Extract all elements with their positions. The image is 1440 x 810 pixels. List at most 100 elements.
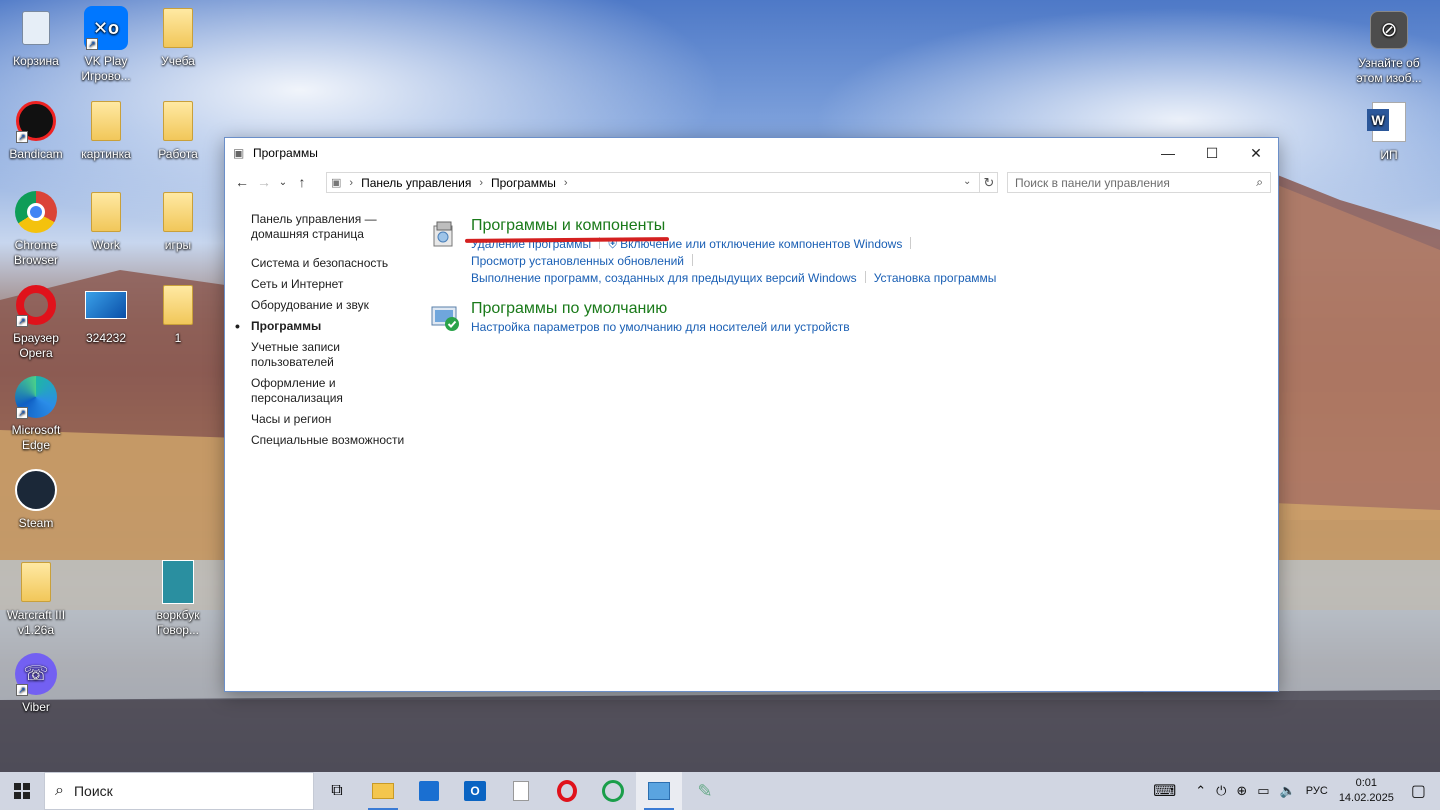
folder-icon [84, 190, 128, 234]
taskbar-file-explorer[interactable] [360, 772, 406, 810]
task-view-button[interactable]: ⧉ [314, 772, 360, 810]
default-programs-link[interactable]: Программы по умолчанию [471, 299, 1251, 319]
main-content: Программы и компоненты Удаление программ… [431, 216, 1251, 348]
maximize-button[interactable]: ☐ [1190, 138, 1234, 168]
desktop-icon-edge[interactable]: ↗ Microsoft Edge [0, 375, 72, 453]
desktop-icon-recycle-bin[interactable]: Корзина [0, 6, 72, 69]
chevron-right-icon[interactable]: › [564, 177, 568, 189]
address-dropdown-chevron-icon[interactable]: ⌄ [963, 176, 971, 187]
desktop-icon-ip[interactable]: W ИП [1353, 100, 1425, 163]
desktop-icon-igry[interactable]: игры [142, 190, 214, 253]
desktop-icon-chrome[interactable]: Chrome Browser [0, 190, 72, 268]
desktop-icon-viber[interactable]: ☏ ↗ Viber [0, 652, 72, 715]
desktop-icon-vk-play[interactable]: ✕o ↗ VK Play Игрово... [70, 6, 142, 84]
desktop-icon-kartinka[interactable]: картинка [70, 99, 142, 162]
compatibility-link[interactable]: Выполнение программ, созданных для преды… [471, 271, 857, 285]
start-button[interactable] [0, 772, 44, 810]
address-bar[interactable]: ▣ › Панель управления › Программы › [326, 172, 998, 193]
language-indicator[interactable]: РУС [1306, 785, 1328, 797]
control-panel-icon: ▣ [331, 177, 342, 189]
folder-icon [14, 560, 58, 604]
up-arrow-icon[interactable]: ↑ [291, 174, 313, 190]
folder-icon [156, 6, 200, 50]
close-button[interactable]: ✕ [1234, 138, 1278, 168]
back-arrow-icon[interactable]: ← [231, 174, 253, 190]
desktop-icon-vorkbuk[interactable]: воркбук Говор... [142, 560, 214, 638]
paint-icon: ✎ [697, 780, 713, 801]
desktop-icon-warcraft[interactable]: Warcraft III v1.26a [0, 560, 72, 638]
folder-icon [156, 190, 200, 234]
sidebar-item-accessibility[interactable]: Специальные возможности [251, 433, 411, 448]
usb-icon[interactable]: ⏻ [1216, 783, 1226, 799]
viber-icon: ☏ ↗ [14, 652, 58, 696]
desktop-icon-bandicam[interactable]: ↗ Bandicam [0, 99, 72, 162]
opera-icon [557, 780, 577, 802]
minimize-button[interactable]: — [1146, 138, 1190, 168]
volume-icon[interactable]: 🔈 [1280, 783, 1296, 799]
desktop-icon-steam[interactable]: Steam [0, 468, 72, 531]
windows-logo-icon [14, 783, 30, 799]
chevron-right-icon[interactable]: › [349, 177, 353, 189]
taskbar: ⌕ Поиск ⧉ O ✎ ⌨ ⌃ ⏻ ⊕ ▭ 🔈 РУС 0:01 14.02… [0, 772, 1440, 810]
vk-play-icon: ✕o ↗ [84, 6, 128, 50]
chevron-right-icon[interactable]: › [479, 177, 483, 189]
desktop-icon-work[interactable]: Work [70, 190, 142, 253]
breadcrumb-programs[interactable]: Программы [491, 176, 556, 190]
sidebar-item-hardware[interactable]: Оборудование и звук [251, 298, 411, 313]
taskbar-whatsapp[interactable] [590, 772, 636, 810]
section-default-programs: Программы по умолчанию Настройка парамет… [431, 299, 1251, 336]
default-media-settings-link[interactable]: Настройка параметров по умолчанию для но… [471, 320, 850, 334]
refresh-icon[interactable]: ↻ [979, 172, 998, 193]
document-icon [156, 560, 200, 604]
desktop-icon-opera[interactable]: ↗ Браузер Opera [0, 283, 72, 361]
search-input[interactable]: Поиск в панели управления ⌕ [1007, 172, 1271, 193]
taskbar-store[interactable] [406, 772, 452, 810]
recent-locations-chevron-icon[interactable]: ⌄ [275, 177, 291, 188]
sidebar-item-clock-region[interactable]: Часы и регион [251, 412, 411, 427]
taskbar-outlook[interactable]: O [452, 772, 498, 810]
sidebar-item-accounts[interactable]: Учетные записи пользователей [251, 340, 411, 370]
sidebar-item-network[interactable]: Сеть и Интернет [251, 277, 411, 292]
default-programs-icon [431, 303, 461, 333]
search-icon: ⌕ [55, 782, 64, 799]
desktop-icon-rabota[interactable]: Работа [142, 99, 214, 162]
opera-icon: ↗ [14, 283, 58, 327]
sidebar-item-security[interactable]: Система и безопасность [251, 256, 411, 271]
network-globe-icon[interactable]: ⊕ [1236, 783, 1247, 799]
taskbar-paint[interactable]: ✎ [682, 772, 728, 810]
taskbar-search-label: Поиск [73, 783, 113, 799]
keyboard-icon[interactable]: ⌨ [1153, 781, 1176, 801]
title-bar[interactable]: ▣ Программы — ☐ ✕ [225, 138, 1278, 168]
programs-features-link[interactable]: Программы и компоненты [464, 216, 1251, 243]
task-view-icon: ⧉ [331, 782, 343, 799]
battery-icon[interactable]: ▭ [1257, 783, 1269, 799]
whatsapp-icon [602, 780, 624, 802]
desktop-icon-ucheba[interactable]: Учеба [142, 6, 214, 69]
notifications-icon[interactable]: ▢ [1411, 781, 1426, 801]
folder-icon [156, 99, 200, 143]
taskbar-file[interactable] [498, 772, 544, 810]
desktop-icon-324232[interactable]: 324232 [70, 283, 142, 346]
system-tray: ⌨ ⌃ ⏻ ⊕ ▭ 🔈 РУС 0:01 14.02.2025 ▢ [1148, 772, 1440, 810]
taskbar-search-box[interactable]: ⌕ Поиск [44, 772, 314, 810]
sidebar-item-appearance[interactable]: Оформление и персонализация [251, 376, 411, 406]
sidebar: Панель управления — домашняя страница Си… [235, 212, 411, 454]
desktop-icon-spotlight[interactable]: ⊘ Узнайте об этом изоб... [1353, 8, 1425, 86]
breadcrumb-control-panel[interactable]: Панель управления [361, 176, 471, 190]
clock[interactable]: 0:01 14.02.2025 [1339, 776, 1394, 806]
desktop-icon-1[interactable]: 1 [142, 283, 214, 346]
search-placeholder: Поиск в панели управления [1015, 175, 1170, 190]
sidebar-item-home[interactable]: Панель управления — домашняя страница [251, 212, 411, 242]
forward-arrow-icon[interactable]: → [253, 174, 275, 190]
sidebar-item-programs: Программы [235, 319, 411, 334]
file-icon [513, 781, 529, 801]
taskbar-opera[interactable] [544, 772, 590, 810]
show-hidden-icons-chevron-icon[interactable]: ⌃ [1195, 783, 1206, 799]
search-icon[interactable]: ⌕ [1256, 175, 1263, 190]
window-title: Программы [253, 146, 318, 160]
programs-features-icon [431, 220, 461, 250]
clock-time: 0:01 [1355, 777, 1378, 789]
install-program-link[interactable]: Установка программы [874, 271, 997, 285]
view-updates-link[interactable]: Просмотр установленных обновлений [471, 254, 684, 268]
taskbar-control-panel[interactable] [636, 772, 682, 810]
